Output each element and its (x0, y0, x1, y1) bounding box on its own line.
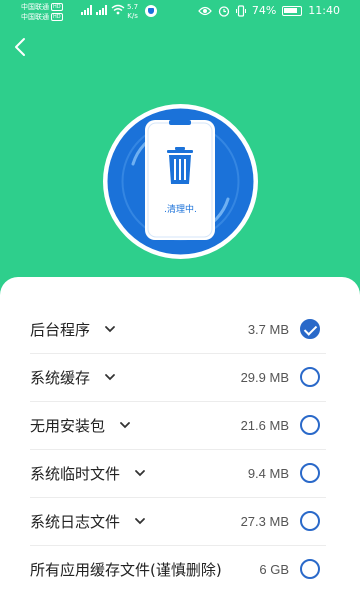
item-label: 系统临时文件 (30, 464, 121, 483)
hd-badge-1: HD (51, 3, 63, 11)
back-arrow-icon[interactable] (10, 36, 32, 58)
chevron-down-icon[interactable] (104, 323, 116, 335)
chevron-down-icon[interactable] (134, 515, 146, 527)
list-item[interactable]: 系统日志文件 27.3 MB (30, 497, 326, 545)
cleaning-illustration (103, 104, 258, 259)
chevron-down-icon[interactable] (104, 371, 116, 383)
list-item[interactable]: 所有应用缓存文件(谨慎删除) 6 GB (30, 545, 326, 593)
signal-1-icon (81, 5, 92, 15)
status-right: 74% 11:40 (197, 4, 340, 17)
status-bar: 中国联通 HD 中国联通 HD 5.7 K/s 74% 11:40 (0, 0, 360, 26)
alarm-icon (218, 5, 229, 17)
checkbox-checked[interactable] (300, 319, 320, 339)
item-label: 系统日志文件 (30, 512, 121, 531)
checkbox[interactable] (300, 511, 320, 531)
checkbox[interactable] (300, 367, 320, 387)
item-size: 9.4 MB (247, 465, 289, 481)
carrier-info: 中国联通 HD 中国联通 HD (21, 2, 63, 22)
carrier-2-label: 中国联通 (21, 13, 49, 21)
item-size: 29.9 MB (240, 369, 289, 385)
item-label: 无用安装包 (30, 416, 106, 435)
checkbox[interactable] (300, 463, 320, 483)
hd-badge-2: HD (51, 13, 63, 21)
eye-icon (197, 6, 212, 15)
speed-unit: K/s (127, 12, 138, 20)
item-size: 3.7 MB (247, 321, 289, 337)
cleaning-status-text: .清理中. (164, 205, 197, 215)
item-size: 27.3 MB (240, 513, 289, 529)
signal-icons (81, 4, 125, 15)
list-item[interactable]: 后台程序 3.7 MB (30, 305, 326, 353)
wifi-icon (111, 4, 125, 15)
carrier-1-label: 中国联通 (21, 3, 49, 11)
network-speed: 5.7 K/s (127, 3, 138, 21)
shield-icon (145, 5, 157, 17)
checkbox[interactable] (300, 415, 320, 435)
list-item[interactable]: 系统缓存 29.9 MB (30, 353, 326, 401)
battery-percent: 74% (251, 4, 277, 17)
signal-2-icon (96, 5, 107, 15)
cleanup-list-panel: 后台程序 3.7 MB 系统缓存 29.9 MB 无用安装包 21.6 MB 系… (0, 277, 360, 600)
list-item[interactable]: 系统临时文件 9.4 MB (30, 449, 326, 497)
trash-icon (167, 147, 193, 184)
clock-time: 11:40 (308, 4, 340, 17)
battery-icon (282, 5, 303, 16)
chevron-down-icon[interactable] (134, 467, 146, 479)
chevron-down-icon[interactable] (119, 419, 131, 431)
item-size: 6 GB (259, 561, 289, 577)
item-size: 21.6 MB (240, 417, 289, 433)
item-label: 系统缓存 (30, 368, 91, 387)
item-label: 后台程序 (30, 320, 91, 339)
vibrate-icon (235, 4, 246, 17)
list-item[interactable]: 无用安装包 21.6 MB (30, 401, 326, 449)
item-label: 所有应用缓存文件(谨慎删除) (30, 560, 222, 579)
checkbox[interactable] (300, 559, 320, 579)
speed-value: 5.7 (127, 3, 139, 11)
